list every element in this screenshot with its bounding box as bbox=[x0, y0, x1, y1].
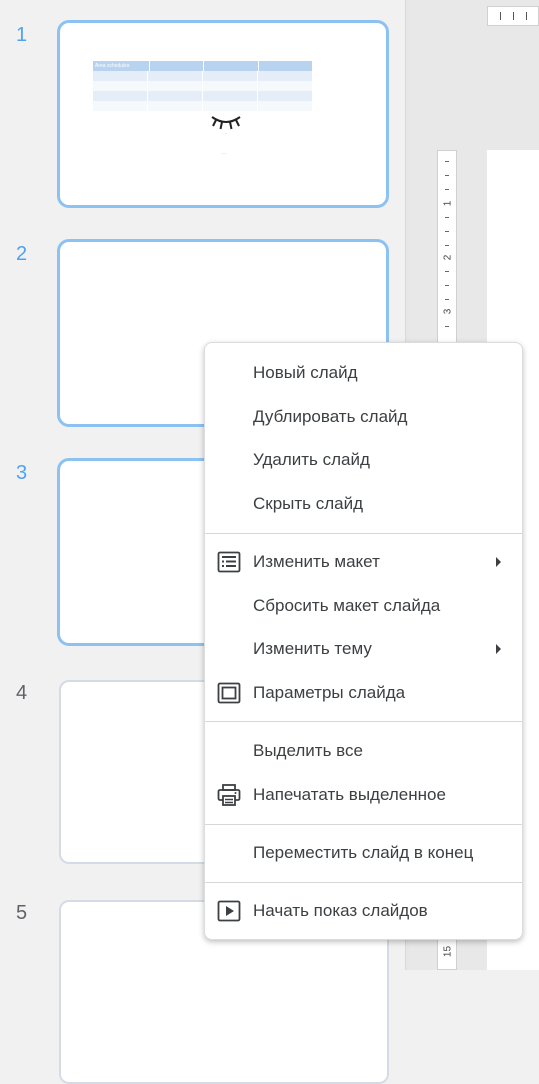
layout-icon bbox=[217, 551, 241, 573]
menu-move-to-end[interactable]: Переместить слайд в конец bbox=[205, 833, 522, 873]
slide-number-2: 2 bbox=[16, 243, 28, 265]
menu-select-all[interactable]: Выделить все bbox=[205, 731, 522, 771]
menu-delete-slide[interactable]: Удалить слайд bbox=[205, 440, 522, 480]
menu-label: Выделить все bbox=[253, 741, 363, 760]
menu-print-selected[interactable]: Напечатать выделенное bbox=[205, 775, 522, 815]
horizontal-ruler bbox=[487, 6, 539, 26]
ruler-number: 2 bbox=[442, 254, 454, 261]
thumbnail-mark: · bbox=[225, 131, 227, 137]
menu-slide-settings[interactable]: Параметры слайда bbox=[205, 673, 522, 713]
menu-label: Дублировать слайд bbox=[253, 407, 408, 426]
menu-new-slide[interactable]: Новый слайд bbox=[205, 353, 522, 393]
closed-eye-icon bbox=[211, 116, 241, 130]
slide-number-3: 3 bbox=[16, 462, 28, 484]
menu-label: Изменить тему bbox=[253, 639, 372, 658]
menu-label: Переместить слайд в конец bbox=[253, 843, 474, 862]
menu-label: Начать показ слайдов bbox=[253, 901, 428, 920]
menu-separator bbox=[205, 533, 522, 534]
play-icon bbox=[217, 900, 241, 922]
menu-label: Новый слайд bbox=[253, 363, 358, 382]
slide-number-4: 4 bbox=[16, 682, 28, 704]
menu-reset-layout[interactable]: Сбросить макет слайда bbox=[205, 586, 522, 626]
menu-separator bbox=[205, 824, 522, 825]
chevron-right-icon bbox=[496, 557, 501, 567]
menu-label: Сбросить макет слайда bbox=[253, 596, 441, 615]
slide-number-5: 5 bbox=[16, 902, 28, 924]
thumbnail-table-header: Area schedules bbox=[93, 61, 150, 71]
menu-change-layout[interactable]: Изменить макет bbox=[205, 542, 522, 582]
menu-label: Изменить макет bbox=[253, 552, 380, 571]
ruler-number: 15 bbox=[442, 945, 454, 958]
context-menu: Новый слайд Дублировать слайд Удалить сл… bbox=[204, 342, 523, 940]
menu-separator bbox=[205, 721, 522, 722]
slide-number-1: 1 bbox=[16, 24, 28, 46]
thumbnail-mark: ·· bbox=[222, 151, 226, 157]
menu-duplicate-slide[interactable]: Дублировать слайд bbox=[205, 397, 522, 437]
ruler-number: 1 bbox=[442, 200, 454, 207]
menu-label: Напечатать выделенное bbox=[253, 785, 446, 804]
menu-label: Параметры слайда bbox=[253, 683, 406, 702]
menu-change-theme[interactable]: Изменить тему bbox=[205, 629, 522, 669]
printer-icon bbox=[217, 784, 241, 806]
thumbnail-table: Area schedules bbox=[93, 61, 313, 111]
menu-hide-slide[interactable]: Скрыть слайд bbox=[205, 484, 522, 524]
menu-label: Скрыть слайд bbox=[253, 494, 364, 513]
slide-settings-icon bbox=[217, 682, 241, 704]
menu-start-slideshow[interactable]: Начать показ слайдов bbox=[205, 891, 522, 931]
menu-separator bbox=[205, 882, 522, 883]
chevron-right-icon bbox=[496, 644, 501, 654]
menu-label: Удалить слайд bbox=[253, 450, 370, 469]
slide-thumbnail-1[interactable]: Area schedules · ·· bbox=[57, 20, 389, 208]
ruler-number: 3 bbox=[442, 308, 454, 315]
